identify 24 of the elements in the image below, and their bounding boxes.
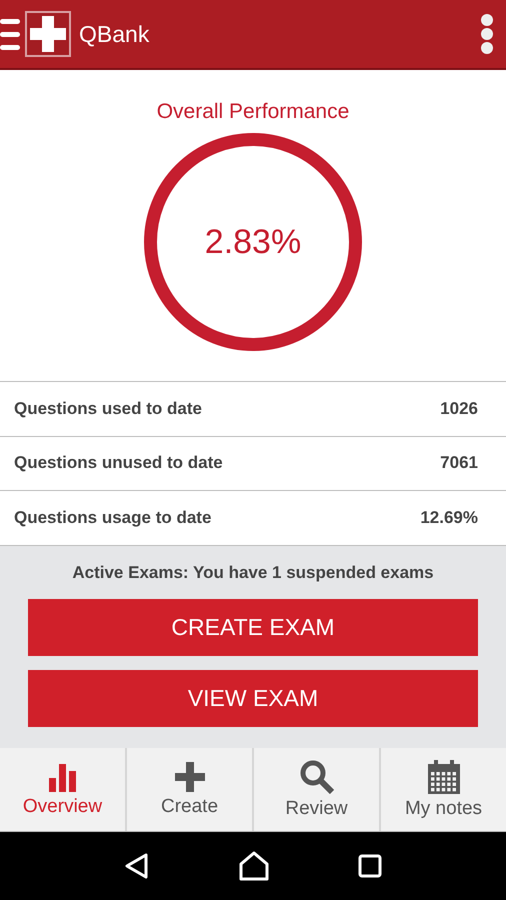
app-title: QBank [79,20,150,48]
more-options-icon[interactable] [480,13,494,55]
nav-tab[interactable]: My notes [379,748,506,831]
calendar-icon [428,760,460,794]
performance-value: 2.83% [204,222,302,262]
stat-label: Questions unused to date [14,453,223,474]
exams-status: Active Exams: You have 1 suspended exams [72,562,434,582]
exam-button[interactable]: CREATE EXAM [28,598,478,656]
stat-value: 7061 [440,453,478,474]
bar-chart-icon [48,762,78,792]
performance-title: Overall Performance [156,100,350,124]
stat-value: 1026 [440,398,478,419]
menu-icon[interactable] [0,17,20,51]
stat-value: 12.69% [420,508,478,528]
search-icon [300,760,334,794]
recents-icon[interactable] [358,854,382,878]
plus-icon [174,762,204,792]
cross-logo-icon [25,11,71,57]
exam-button[interactable]: VIEW EXAM [28,670,478,726]
back-icon[interactable] [124,852,150,880]
stat-label: Questions usage to date [14,508,212,528]
nav-tab[interactable]: Overview [0,748,125,831]
stat-label: Questions used to date [14,398,202,419]
home-icon[interactable] [238,851,269,881]
